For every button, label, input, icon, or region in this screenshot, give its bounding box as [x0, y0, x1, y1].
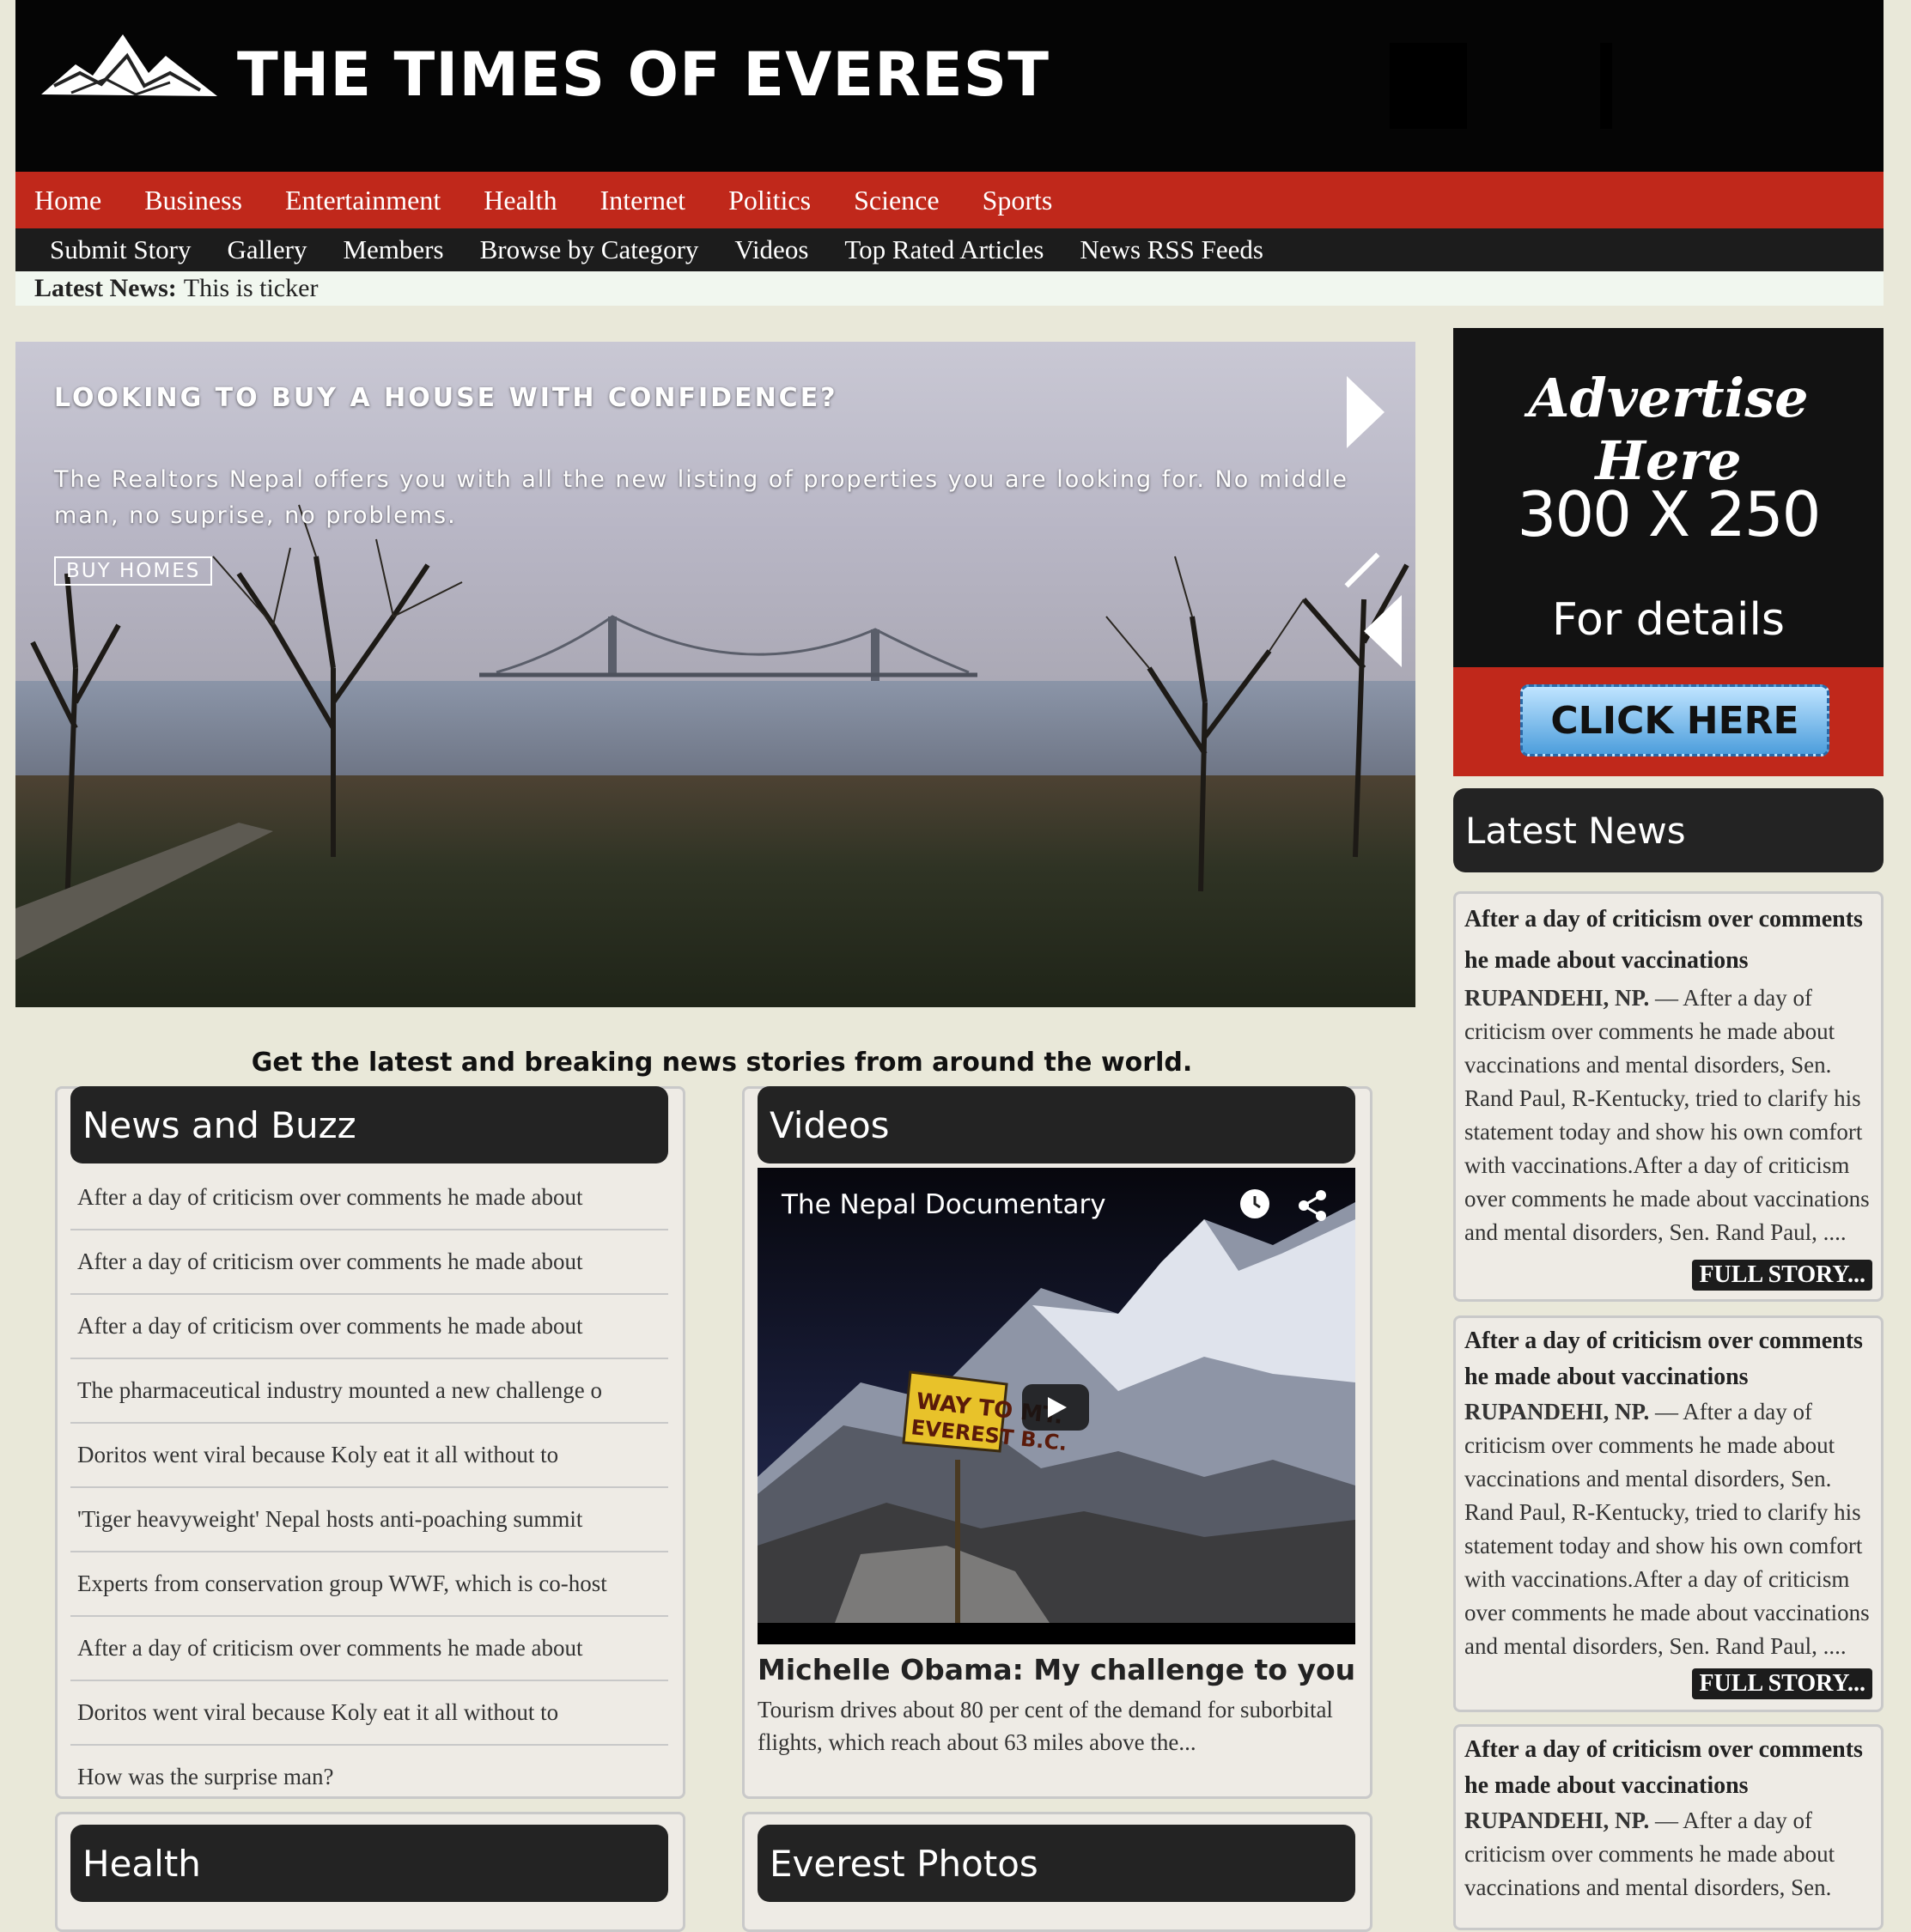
- buy-homes-button[interactable]: BUY HOMES: [54, 556, 213, 586]
- mountain-logo-icon[interactable]: [41, 26, 222, 112]
- header-ad-banner-bar: [1600, 43, 1612, 129]
- nav-top-rated-articles[interactable]: Top Rated Articles: [844, 234, 1044, 265]
- latest-news-story: After a day of criticism over comments h…: [1453, 891, 1884, 1302]
- news-item[interactable]: The pharmaceutical industry mounted a ne…: [70, 1359, 668, 1424]
- story-title[interactable]: After a day of criticism over comments h…: [1464, 1732, 1877, 1804]
- nav-news-rss-feeds[interactable]: News RSS Feeds: [1080, 234, 1263, 265]
- watch-later-icon[interactable]: [1240, 1189, 1269, 1218]
- slider-next-arrow-icon[interactable]: [1347, 376, 1385, 448]
- story-dateline: RUPANDEHI, NP.: [1464, 1399, 1650, 1425]
- nav-entertainment[interactable]: Entertainment: [285, 185, 441, 216]
- latest-news-story: After a day of criticism over comments h…: [1453, 1724, 1884, 1930]
- full-story-button[interactable]: FULL STORY...: [1692, 1260, 1872, 1291]
- story-body: RUPANDEHI, NP. — After a day of criticis…: [1464, 981, 1877, 1249]
- share-icon[interactable]: [1295, 1188, 1330, 1223]
- story-body: RUPANDEHI, NP. — After a day of criticis…: [1464, 1804, 1877, 1905]
- nav-business[interactable]: Business: [144, 185, 242, 216]
- primary-nav: Home Business Entertainment Health Inter…: [15, 172, 1884, 228]
- site-header: THE TIMES OF EVEREST: [15, 0, 1884, 172]
- news-item[interactable]: Doritos went viral because Koly eat it a…: [70, 1424, 668, 1488]
- health-heading: Health: [70, 1825, 668, 1902]
- news-item[interactable]: Experts from conservation group WWF, whi…: [70, 1552, 668, 1617]
- nav-members[interactable]: Members: [343, 234, 443, 265]
- play-button-icon[interactable]: [1022, 1384, 1089, 1431]
- story-dateline: RUPANDEHI, NP.: [1464, 1807, 1650, 1833]
- hero-image: [15, 342, 1415, 1007]
- ticker-text[interactable]: This is ticker: [184, 274, 319, 303]
- secondary-nav: Submit Story Gallery Members Browse by C…: [15, 228, 1884, 271]
- site-title[interactable]: THE TIMES OF EVEREST: [237, 45, 1050, 105]
- nav-submit-story[interactable]: Submit Story: [50, 234, 192, 265]
- story-dateline: RUPANDEHI, NP.: [1464, 985, 1650, 1011]
- nav-politics[interactable]: Politics: [728, 185, 811, 216]
- story-title[interactable]: After a day of criticism over comments h…: [1464, 1323, 1877, 1395]
- header-ad-banner: [1390, 43, 1467, 129]
- nav-sports[interactable]: Sports: [983, 185, 1053, 216]
- ticker-label: Latest News:: [34, 274, 177, 302]
- story-body: RUPANDEHI, NP. — After a day of criticis…: [1464, 1395, 1877, 1663]
- nav-home[interactable]: Home: [34, 185, 101, 216]
- hero-slider[interactable]: LOOKING TO BUY A HOUSE WITH CONFIDENCE? …: [15, 342, 1415, 1007]
- news-item[interactable]: 'Tiger heavyweight' Nepal hosts anti-poa…: [70, 1488, 668, 1552]
- ad-headline: Advertise Here: [1528, 367, 1809, 492]
- news-ticker: Latest News: This is ticker: [15, 271, 1884, 306]
- ad-details: For details: [1551, 594, 1786, 646]
- latest-news-heading: Latest News: [1453, 788, 1884, 872]
- site-tagline: Get the latest and breaking news stories…: [251, 1048, 1193, 1078]
- hero-title: LOOKING TO BUY A HOUSE WITH CONFIDENCE?: [54, 383, 838, 413]
- nav-internet[interactable]: Internet: [600, 185, 686, 216]
- latest-news-story: After a day of criticism over comments h…: [1453, 1315, 1884, 1712]
- video-headline[interactable]: Michelle Obama: My challenge to you: [758, 1653, 1355, 1686]
- news-item[interactable]: After a day of criticism over comments h…: [70, 1617, 668, 1681]
- full-story-button[interactable]: FULL STORY...: [1692, 1668, 1872, 1699]
- ad-size: 300 X 250: [1517, 478, 1822, 550]
- story-text: — After a day of criticism over comments…: [1464, 985, 1870, 1245]
- nav-videos[interactable]: Videos: [734, 234, 808, 265]
- news-item[interactable]: After a day of criticism over comments h…: [70, 1166, 668, 1230]
- video-player-title[interactable]: The Nepal Documentary: [782, 1189, 1106, 1220]
- nav-science[interactable]: Science: [854, 185, 940, 216]
- news-buzz-list: After a day of criticism over comments h…: [70, 1166, 668, 1808]
- news-item[interactable]: How was the surprise man?: [70, 1746, 668, 1808]
- news-buzz-heading: News and Buzz: [70, 1086, 668, 1163]
- story-title[interactable]: After a day of criticism over comments h…: [1464, 899, 1877, 981]
- advertise-here-banner[interactable]: Advertise Here 300 X 250 For details CLI…: [1453, 328, 1884, 776]
- slider-prev-arrow-icon[interactable]: [1364, 595, 1402, 667]
- hero-description: The Realtors Nepal offers you with all t…: [54, 466, 1349, 529]
- nav-gallery[interactable]: Gallery: [228, 234, 307, 265]
- nav-health[interactable]: Health: [484, 185, 557, 216]
- videos-heading: Videos: [758, 1086, 1355, 1163]
- story-text: — After a day of criticism over comments…: [1464, 1399, 1870, 1659]
- nav-browse-by-category[interactable]: Browse by Category: [480, 234, 699, 265]
- video-summary: Tourism drives about 80 per cent of the …: [758, 1697, 1333, 1755]
- ad-click-here-button[interactable]: CLICK HERE: [1520, 684, 1829, 756]
- news-item[interactable]: After a day of criticism over comments h…: [70, 1295, 668, 1359]
- everest-photos-heading: Everest Photos: [758, 1825, 1355, 1902]
- news-item[interactable]: Doritos went viral because Koly eat it a…: [70, 1681, 668, 1746]
- news-item[interactable]: After a day of criticism over comments h…: [70, 1230, 668, 1295]
